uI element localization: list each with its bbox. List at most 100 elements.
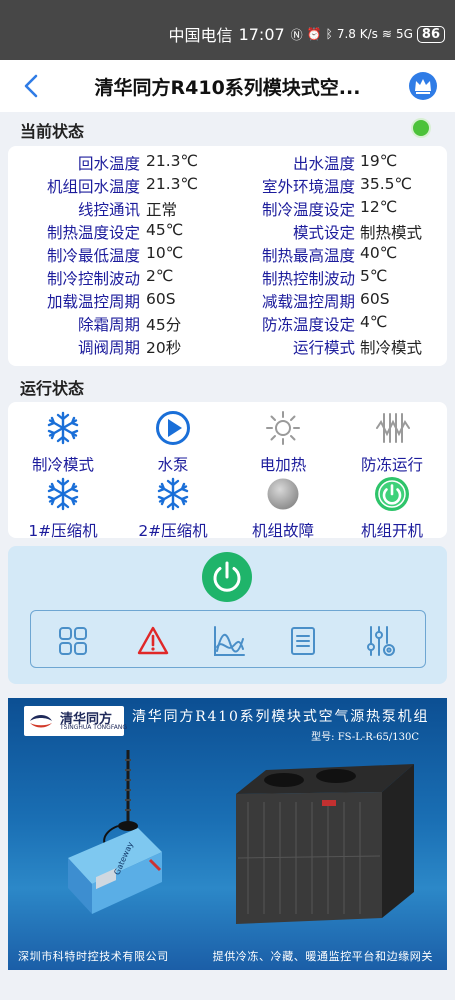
param-row: 机组回水温度 21.3℃ 室外环境温度 35.5℃ xyxy=(8,175,447,198)
play-circle-icon xyxy=(156,411,190,445)
page-title: 清华同方R410系列模块式空... xyxy=(94,77,361,99)
param-label: 除霜周期 xyxy=(77,316,140,334)
param-label: 加载温控周期 xyxy=(46,293,140,311)
param-value: 2℃ xyxy=(146,267,174,285)
param-label: 回水温度 xyxy=(77,155,140,173)
control-panel xyxy=(8,546,447,684)
app-header: 清华同方R410系列模块式空... xyxy=(0,60,455,112)
run-item-unit-on: 机组开机 xyxy=(337,476,447,541)
param-label: 线控通讯 xyxy=(77,201,140,219)
param-label: 出水温度 xyxy=(292,155,355,173)
run-item-unit-fault: 机组故障 xyxy=(228,476,338,541)
grid-icon[interactable] xyxy=(57,625,89,657)
param-value: 21.3℃ xyxy=(146,175,198,193)
param-label: 制冷最低温度 xyxy=(46,247,140,265)
banner-title: 清华同方R410系列模块式空气源热泵机组 xyxy=(132,709,430,725)
run-status-panel: 制冷模式 水泵 电加热 防冻运行 1#压缩机 2#压缩机 机组故障 机组开机 xyxy=(8,402,447,541)
param-label: 制热控制波动 xyxy=(261,270,355,288)
param-label: 模式设定 xyxy=(292,224,355,242)
param-value: 21.3℃ xyxy=(146,152,198,170)
run-item-cooling-mode: 制冷模式 xyxy=(8,410,118,475)
param-value: 35.5℃ xyxy=(360,175,412,193)
param-row: 线控通讯 正常 制冷温度设定 12℃ xyxy=(8,198,447,221)
run-item-label: 机组故障 xyxy=(251,522,314,540)
current-status-title: 当前状态 xyxy=(20,122,85,141)
param-row: 制冷最低温度 10℃ 制热最高温度 40℃ xyxy=(8,244,447,267)
param-value: 5℃ xyxy=(360,267,388,285)
clock: 17:07 xyxy=(238,24,285,44)
param-value: 45分 xyxy=(146,316,182,334)
param-row: 除霜周期 45分 防冻温度设定 4℃ xyxy=(8,313,447,336)
param-label: 减载温控周期 xyxy=(261,293,355,311)
chart-icon[interactable] xyxy=(213,625,245,657)
settings-icon[interactable] xyxy=(365,625,397,657)
run-item-electric-heater: 电加热 xyxy=(228,410,338,475)
param-row: 加载温控周期 60S 减载温控周期 60S xyxy=(8,290,447,313)
run-item-label: 2#压缩机 xyxy=(138,522,208,540)
banner-company: 深圳市科特时控技术有限公司 xyxy=(18,950,169,963)
param-value: 制热模式 xyxy=(360,224,423,242)
function-toolbar xyxy=(30,610,426,668)
run-item-compressor-1: 1#压缩机 xyxy=(8,476,118,541)
param-value: 45℃ xyxy=(146,221,184,239)
antifreeze-icon xyxy=(376,413,410,443)
run-item-label: 制冷模式 xyxy=(31,456,94,474)
param-row: 调阀周期 20秒 运行模式 制冷模式 xyxy=(8,336,447,359)
param-label: 运行模式 xyxy=(292,339,355,357)
network-speed: 7.8 K/s xyxy=(336,27,378,41)
param-label: 调阀周期 xyxy=(77,339,140,357)
list-icon[interactable] xyxy=(287,625,319,657)
param-value: 20秒 xyxy=(146,339,182,357)
run-item-water-pump: 水泵 xyxy=(118,410,228,475)
heat-pump-unit-illustration xyxy=(236,764,414,924)
param-label: 制热最高温度 xyxy=(261,247,355,265)
param-label: 机组回水温度 xyxy=(46,178,140,196)
run-item-label: 电加热 xyxy=(259,456,307,474)
back-arrow-icon[interactable] xyxy=(18,72,46,100)
param-row: 回水温度 21.3℃ 出水温度 19℃ xyxy=(8,152,447,175)
warning-icon[interactable] xyxy=(137,625,169,657)
run-item-antifreeze: 防冻运行 xyxy=(337,410,447,475)
online-status-indicator xyxy=(411,118,431,138)
signal-label: 5G xyxy=(395,27,413,41)
param-label: 室外环境温度 xyxy=(261,178,355,196)
power-button[interactable] xyxy=(202,552,252,602)
run-item-compressor-2: 2#压缩机 xyxy=(118,476,228,541)
snowflake-icon xyxy=(157,477,189,511)
param-row: 制热温度设定 45℃ 模式设定 制热模式 xyxy=(8,221,447,244)
brand-name-en: TSINGHUA TONGFANG xyxy=(60,724,127,731)
param-value: 正常 xyxy=(146,201,178,219)
carrier-label: 中国电信 xyxy=(168,26,233,45)
param-value: 4℃ xyxy=(360,313,388,331)
parameters-panel: 回水温度 21.3℃ 出水温度 19℃ 机组回水温度 21.3℃ 室外环境温度 … xyxy=(8,146,447,366)
battery-indicator: 86 xyxy=(416,25,445,43)
param-value: 60S xyxy=(146,290,176,308)
param-value: 40℃ xyxy=(360,244,398,262)
nfc-icon: Ⓝ xyxy=(290,27,303,42)
power-icon xyxy=(213,561,241,592)
param-value: 60S xyxy=(360,290,390,308)
param-label: 制冷控制波动 xyxy=(46,270,140,288)
param-value: 10℃ xyxy=(146,244,184,262)
param-label: 制热温度设定 xyxy=(46,224,140,242)
param-label: 制冷温度设定 xyxy=(261,201,355,219)
sun-icon xyxy=(266,411,300,445)
param-label: 防冻温度设定 xyxy=(261,316,355,334)
param-row: 制冷控制波动 2℃ 制热控制波动 5℃ xyxy=(8,267,447,290)
crown-icon[interactable] xyxy=(409,72,437,100)
banner-service: 提供冷冻、冷藏、暖通监控平台和边缘网关 xyxy=(212,950,433,963)
param-value: 19℃ xyxy=(360,152,398,170)
brand-logo-icon xyxy=(30,715,52,728)
power-on-icon xyxy=(375,477,409,511)
brand-logo: 清华同方 TSINGHUA TONGFANG xyxy=(24,706,127,736)
status-bar: 中国电信 17:07 Ⓝ ⏰ ᛒ 7.8 K/s ≋ 5G 86 xyxy=(0,0,455,60)
bluetooth-icon: ᛒ xyxy=(325,27,333,41)
run-item-label: 机组开机 xyxy=(360,522,423,540)
param-value: 12℃ xyxy=(360,198,398,216)
run-item-label: 防冻运行 xyxy=(360,456,423,474)
run-item-label: 1#压缩机 xyxy=(28,522,98,540)
fault-dot-icon xyxy=(267,478,299,510)
param-value: 制冷模式 xyxy=(360,339,423,357)
product-banner[interactable]: 清华同方 TSINGHUA TONGFANG 清华同方R410系列模块式空气源热… xyxy=(8,698,447,970)
run-item-label: 水泵 xyxy=(157,456,189,474)
